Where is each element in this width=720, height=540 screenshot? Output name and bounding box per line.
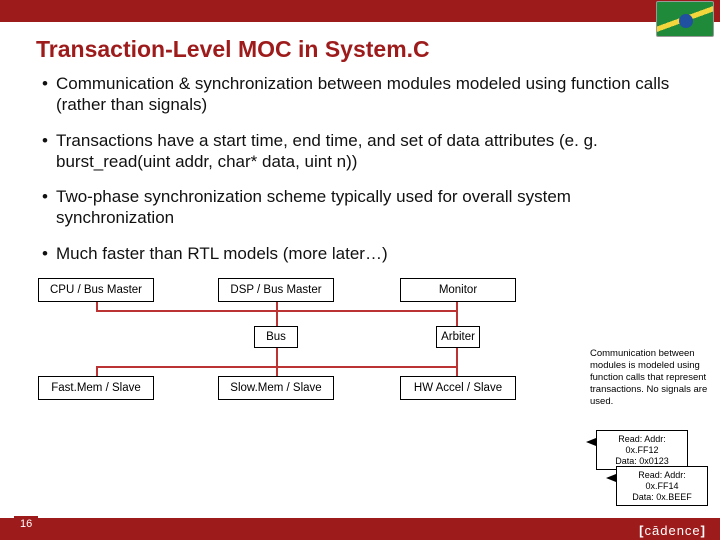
callout-read-2: Read: Addr: 0x.FF14 Data: 0x.BEEF	[616, 466, 708, 506]
bullet-list: Communication & synchronization between …	[0, 73, 720, 264]
block-monitor: Monitor	[400, 278, 516, 303]
block-arbiter: Arbiter	[436, 326, 480, 349]
block-bus: Bus	[254, 326, 298, 349]
block-slowmem: Slow.Mem / Slave	[218, 376, 334, 401]
connector	[456, 310, 458, 326]
connector	[276, 366, 278, 376]
flag-icon	[656, 1, 714, 37]
block-dsp: DSP / Bus Master	[218, 278, 334, 303]
connector	[456, 366, 458, 376]
bullet-item: Transactions have a start time, end time…	[42, 130, 686, 173]
bullet-item: Much faster than RTL models (more later……	[42, 243, 686, 264]
top-bar	[0, 0, 720, 22]
callout-line: Read: Addr: 0x.FF14	[622, 470, 702, 492]
block-fastmem: Fast.Mem / Slave	[38, 376, 154, 401]
logo: [cādence]	[639, 523, 706, 538]
arrow-icon	[586, 438, 596, 446]
bottom-bar	[0, 518, 720, 540]
side-note: Communication between modules is modeled…	[590, 348, 714, 407]
bullet-item: Two-phase synchronization scheme typical…	[42, 186, 686, 229]
block-hwaccel: HW Accel / Slave	[400, 376, 516, 401]
callout-line: Read: Addr: 0x.FF12	[602, 434, 682, 456]
block-cpu: CPU / Bus Master	[38, 278, 154, 303]
connector	[456, 348, 458, 366]
connector	[276, 348, 278, 366]
slide-number: 16	[14, 516, 38, 532]
connector	[96, 366, 98, 376]
block-diagram: CPU / Bus Master DSP / Bus Master Monito…	[38, 278, 578, 448]
logo-text: cādence	[645, 523, 701, 538]
arrow-icon	[606, 474, 616, 482]
connector	[276, 310, 278, 326]
bullet-item: Communication & synchronization between …	[42, 73, 686, 116]
slide-title: Transaction-Level MOC in System.C	[0, 22, 720, 73]
callout-read-1: Read: Addr: 0x.FF12 Data: 0x0123	[596, 430, 688, 470]
callout-line: Data: 0x0123	[602, 456, 682, 467]
callout-line: Data: 0x.BEEF	[622, 492, 702, 503]
